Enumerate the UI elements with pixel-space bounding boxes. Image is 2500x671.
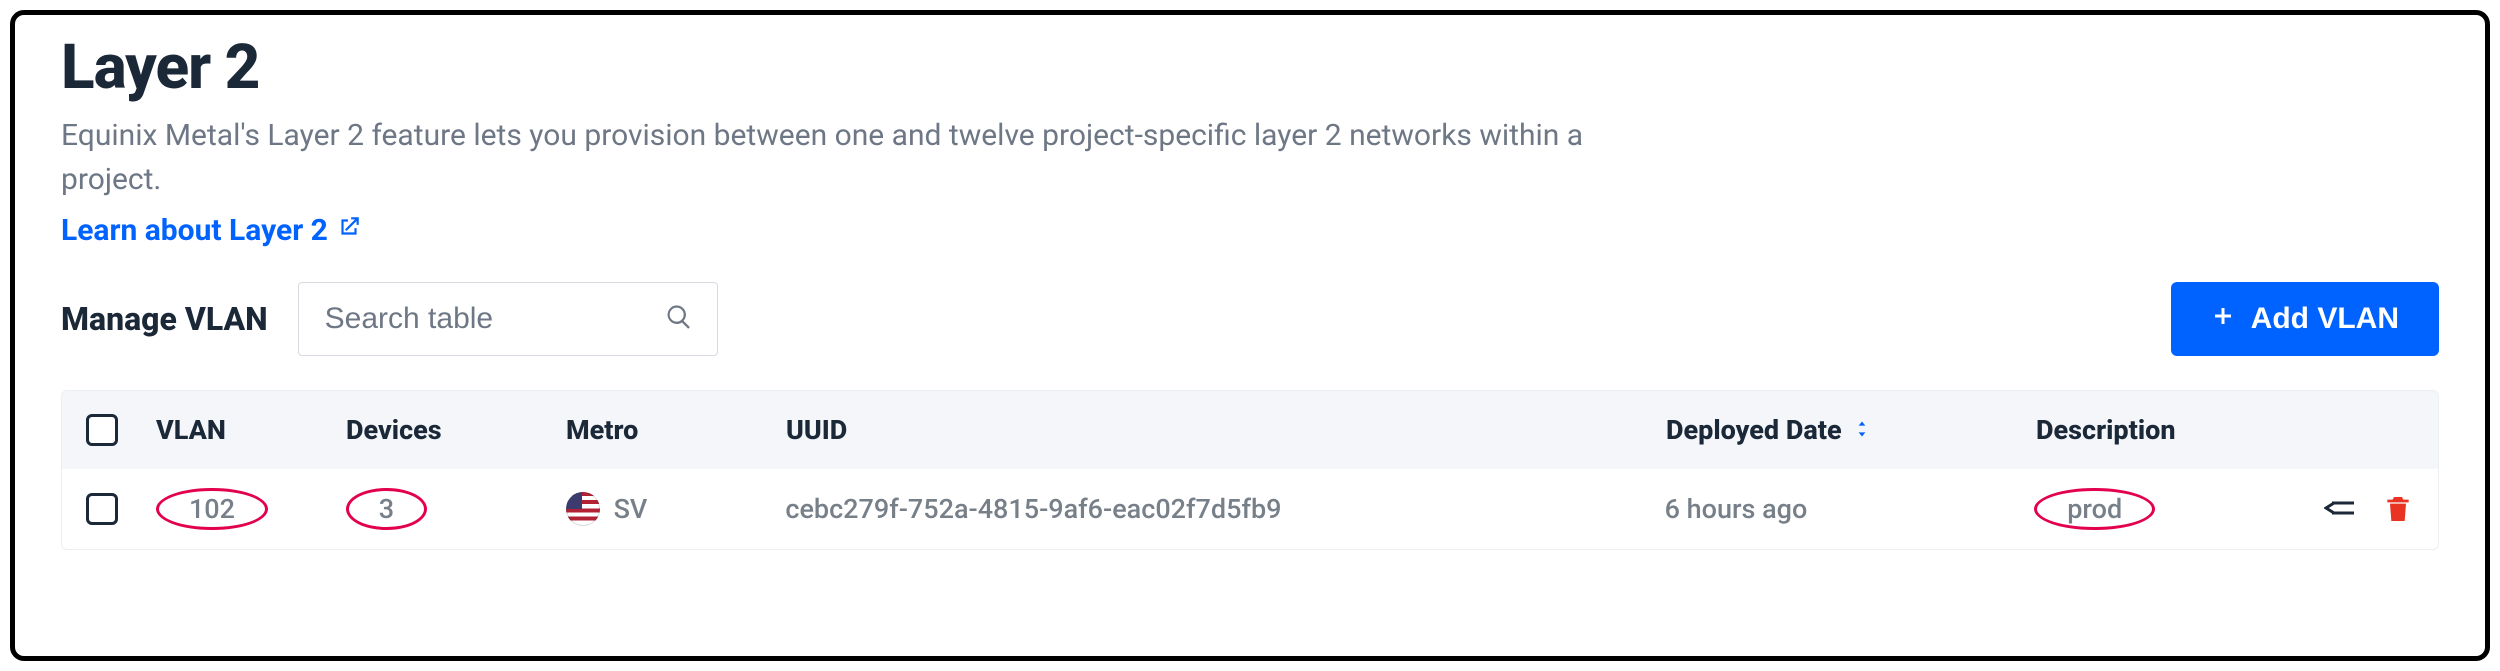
description-value[interactable]: prod xyxy=(2034,488,2155,530)
column-header-description[interactable]: Description xyxy=(2036,414,2326,446)
deployed-date-value: 6 hours ago xyxy=(1665,493,2035,525)
vlan-table: VLAN Devices Metro UUID Deployed Date De… xyxy=(61,390,2439,550)
delete-button[interactable] xyxy=(2382,493,2414,525)
page-description-line2: project. xyxy=(61,158,1861,202)
us-flag-icon xyxy=(566,492,600,526)
add-vlan-button[interactable]: Add VLAN xyxy=(2171,282,2439,356)
devices-value[interactable]: 3 xyxy=(346,488,427,530)
page-description: Equinix Metal's Layer 2 feature lets you… xyxy=(61,114,1861,201)
learn-about-layer-2-label: Learn about Layer 2 xyxy=(61,213,328,248)
column-header-metro[interactable]: Metro xyxy=(566,414,786,446)
column-header-deployed-date[interactable]: Deployed Date xyxy=(1666,414,2036,446)
select-all-checkbox[interactable] xyxy=(86,414,118,446)
table-header-row: VLAN Devices Metro UUID Deployed Date De… xyxy=(62,391,2438,469)
search-box[interactable] xyxy=(298,282,718,356)
column-header-deployed-date-label: Deployed Date xyxy=(1666,414,1842,446)
detach-button[interactable] xyxy=(2324,493,2356,525)
add-vlan-button-label: Add VLAN xyxy=(2251,302,2399,336)
search-icon xyxy=(665,303,693,335)
column-header-vlan[interactable]: VLAN xyxy=(156,414,346,446)
metro-value: SV xyxy=(614,493,648,525)
row-checkbox[interactable] xyxy=(86,493,118,525)
vlan-id-value[interactable]: 102 xyxy=(156,488,268,530)
learn-about-layer-2-link[interactable]: Learn about Layer 2 xyxy=(61,213,362,248)
uuid-value: cebc279f-752a-4815-9af6-eac02f7d5fb9 xyxy=(785,493,1664,525)
page-description-line1: Equinix Metal's Layer 2 feature lets you… xyxy=(61,114,1861,158)
column-header-devices[interactable]: Devices xyxy=(346,414,566,446)
plus-icon xyxy=(2211,302,2235,336)
column-header-uuid[interactable]: UUID xyxy=(786,414,1666,446)
table-row: 102 3 SV cebc279f-752a-4815-9af6-eac02f7… xyxy=(62,469,2438,549)
manage-vlan-label: Manage VLAN xyxy=(61,300,268,338)
page-title: Layer 2 xyxy=(61,31,2439,104)
sort-icon xyxy=(1842,414,1872,446)
external-link-icon xyxy=(336,213,362,248)
search-input[interactable] xyxy=(323,301,665,337)
